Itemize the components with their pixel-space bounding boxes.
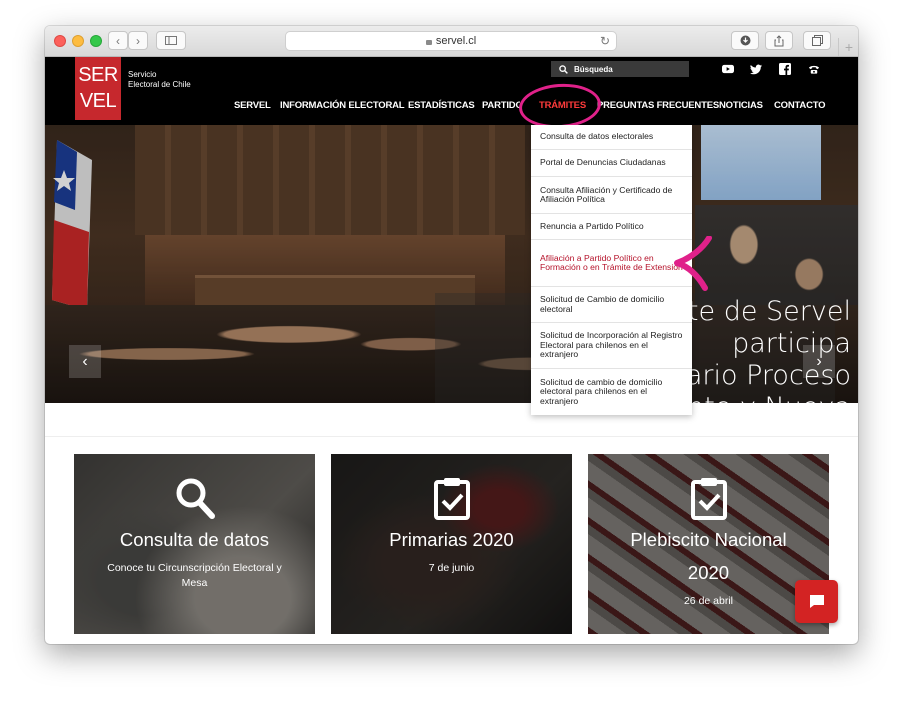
logo-line1: SER xyxy=(78,64,118,86)
nav-estadisticas[interactable]: ESTADÍSTICAS xyxy=(408,100,475,111)
facebook-icon[interactable] xyxy=(779,63,791,75)
search-placeholder: Búsqueda xyxy=(574,64,613,74)
share-icon xyxy=(774,34,784,46)
nav-informacion-electoral[interactable]: INFORMACIÓN ELECTORAL xyxy=(280,100,405,111)
tramites-dropdown-menu: Consulta de datos electorales Portal de … xyxy=(531,125,692,415)
zoom-window-button[interactable] xyxy=(90,35,102,47)
card-plebiscito[interactable]: Plebiscito Nacional 2020 26 de abril xyxy=(588,454,829,634)
dropdown-item[interactable]: Solicitud de Cambio de domicilio elector… xyxy=(531,287,692,323)
dropdown-item[interactable]: Consulta Afiliación y Certificado de Afi… xyxy=(531,177,692,214)
dropdown-item[interactable]: Solicitud de Incorporación al Registro E… xyxy=(531,323,692,369)
forward-button[interactable]: › xyxy=(128,31,148,50)
share-button[interactable] xyxy=(765,31,793,50)
browser-toolbar: ‹ › servel.cl ↻ + xyxy=(45,26,858,57)
close-window-button[interactable] xyxy=(54,35,66,47)
logo-line2: VEL xyxy=(79,90,117,112)
chat-button[interactable] xyxy=(795,580,838,623)
card-title: Plebiscito Nacional 2020 xyxy=(630,529,787,583)
nav-noticias[interactable]: NOTICIAS xyxy=(719,100,763,111)
minimize-window-button[interactable] xyxy=(72,35,84,47)
chat-icon xyxy=(809,595,824,608)
url-text: servel.cl xyxy=(435,35,477,47)
dropdown-item[interactable]: Portal de Denuncias Ciudadanas xyxy=(531,150,692,177)
card-consulta-datos[interactable]: Consulta de datos Conoce tu Circunscripc… xyxy=(74,454,315,634)
lock-icon xyxy=(425,39,432,45)
servel-logo[interactable]: SER VEL xyxy=(75,57,121,120)
nav-preguntas-frecuentes[interactable]: PREGUNTAS FRECUENTES xyxy=(597,100,719,111)
downloads-button[interactable] xyxy=(731,31,759,50)
card-subtitle: 26 de abril xyxy=(683,595,734,607)
clipboard-check-icon xyxy=(434,478,470,520)
dropdown-item[interactable]: Solicitud de cambio de domicilio elector… xyxy=(531,369,692,415)
chevron-right-icon: › xyxy=(816,352,822,370)
card-primarias[interactable]: Primarias 2020 7 de junio xyxy=(331,454,572,634)
back-button[interactable]: ‹ xyxy=(108,31,128,50)
hero-slider[interactable]: Presidente de Servel participa en Itiner… xyxy=(45,125,858,403)
chevron-left-icon: ‹ xyxy=(82,352,88,370)
slider-next-button[interactable]: › xyxy=(803,345,835,378)
address-bar[interactable]: servel.cl ↻ xyxy=(285,31,617,51)
slider-prev-button[interactable]: ‹ xyxy=(69,345,101,378)
nav-contacto[interactable]: CONTACTO xyxy=(774,100,826,111)
clipboard-check-icon xyxy=(691,478,727,520)
nav-servel[interactable]: SERVEL xyxy=(234,100,271,111)
logo-subtitle: Servicio Electoral de Chile xyxy=(128,70,191,90)
sidebar-icon xyxy=(165,36,177,45)
search-input[interactable]: Búsqueda xyxy=(551,61,689,77)
logo-sub-line1: Servicio xyxy=(128,70,157,79)
sidebar-button[interactable] xyxy=(156,31,186,50)
youtube-icon[interactable] xyxy=(722,63,734,75)
annotation-arrow xyxy=(674,236,712,291)
new-tab-button[interactable]: + xyxy=(838,38,858,56)
card-title: Primarias 2020 xyxy=(389,529,514,550)
card-title: Consulta de datos xyxy=(119,529,270,550)
dropdown-item-highlighted[interactable]: Afiliación a Partido Político en Formaci… xyxy=(531,240,692,287)
dropdown-item[interactable]: Renuncia a Partido Político xyxy=(531,214,692,240)
card-subtitle: Conoce tu Circunscripción Electoral y Me… xyxy=(107,562,282,589)
card-subtitle: 7 de junio xyxy=(428,562,475,574)
reload-icon[interactable]: ↻ xyxy=(600,34,610,48)
chevron-left-icon: ‹ xyxy=(116,33,120,48)
twitter-icon[interactable] xyxy=(750,63,762,75)
tabs-icon xyxy=(811,35,823,46)
chevron-right-icon: › xyxy=(136,33,140,48)
download-icon xyxy=(740,35,750,46)
tabs-button[interactable] xyxy=(803,31,831,50)
logo-sub-line2: Electoral de Chile xyxy=(128,80,191,89)
phone-icon[interactable] xyxy=(808,63,820,75)
browser-window: ‹ › servel.cl ↻ + SER VEL Servicio Elect… xyxy=(45,26,858,644)
search-icon xyxy=(176,478,215,519)
nav-partidos[interactable]: PARTIDOS xyxy=(482,100,520,111)
site-header: SER VEL Servicio Electoral de Chile Búsq… xyxy=(45,57,858,125)
search-icon xyxy=(559,64,568,74)
dropdown-item[interactable]: Consulta de datos electorales xyxy=(531,125,692,150)
